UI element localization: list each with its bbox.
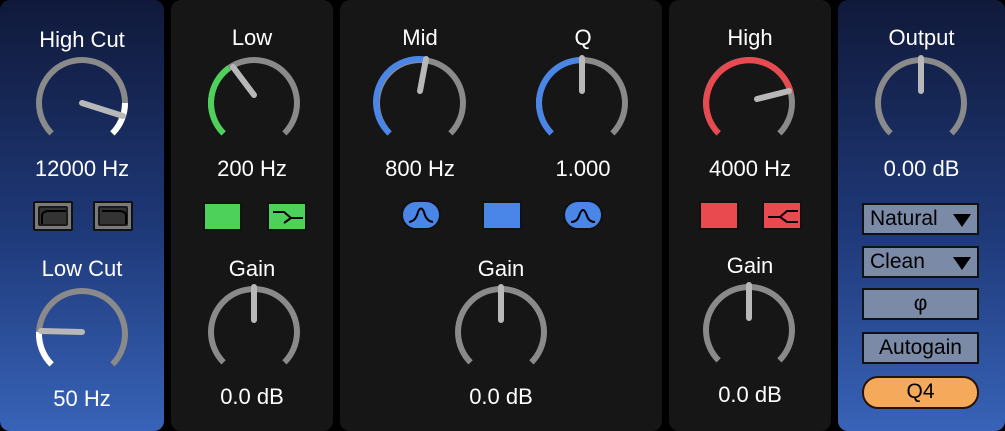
high-band-enable[interactable] xyxy=(699,201,739,230)
chevron-down-icon xyxy=(953,257,971,270)
mid-title: Mid xyxy=(402,25,438,50)
low-freq-knob[interactable] xyxy=(205,54,303,152)
low-gain-knob[interactable] xyxy=(205,283,303,381)
high-gain-knob[interactable] xyxy=(700,281,798,379)
phase-invert-button[interactable]: φ xyxy=(862,288,979,320)
highpass-filter-icon xyxy=(102,210,127,224)
output-value: 0.00 dB xyxy=(883,156,960,181)
high-freq-value: 4000 Hz xyxy=(709,156,791,181)
low-freq-value: 200 Hz xyxy=(217,156,287,181)
mid-gain-value: 0.0 dB xyxy=(469,384,533,409)
highpass-filter-button[interactable] xyxy=(93,201,133,231)
quality-dropdown[interactable]: Clean xyxy=(862,246,979,278)
q4-button[interactable]: Q4 xyxy=(862,376,979,409)
high-cut-knob[interactable] xyxy=(33,54,131,152)
high-title: High xyxy=(727,25,773,50)
low-band-enable[interactable] xyxy=(203,202,242,231)
high-gain-title: Gain xyxy=(726,253,774,278)
high-freq-knob[interactable] xyxy=(700,54,798,152)
chevron-down-icon xyxy=(953,214,971,227)
mid-band-enable[interactable] xyxy=(482,201,522,230)
high-shelf-button[interactable] xyxy=(762,201,802,230)
output-knob[interactable] xyxy=(872,54,970,152)
bell-filter-left-button[interactable] xyxy=(401,200,441,230)
high-cut-value: 12000 Hz xyxy=(34,156,130,181)
lowpass-filter-icon xyxy=(41,210,66,224)
output-title: Output xyxy=(888,25,955,50)
low-cut-title: Low Cut xyxy=(41,256,123,281)
mode-dropdown[interactable]: Natural xyxy=(862,203,979,235)
mid-gain-title: Gain xyxy=(477,256,525,281)
high-cut-title: High Cut xyxy=(39,27,125,52)
low-shelf-icon xyxy=(273,211,303,224)
bell-filter-icon xyxy=(408,207,434,223)
low-title: Low xyxy=(231,25,273,50)
bell-filter-right-button[interactable] xyxy=(563,200,603,230)
autogain-button[interactable]: Autogain xyxy=(862,332,979,364)
q-value: 1.000 xyxy=(555,156,611,181)
lowpass-filter-button[interactable] xyxy=(33,201,73,231)
high-gain-value: 0.0 dB xyxy=(718,382,782,407)
low-shelf-button[interactable] xyxy=(267,202,307,231)
mode-dropdown-value: Natural xyxy=(870,207,938,230)
low-cut-value: 50 Hz xyxy=(53,386,111,411)
mid-gain-knob[interactable] xyxy=(452,283,550,381)
q-knob[interactable] xyxy=(533,54,631,152)
low-gain-value: 0.0 dB xyxy=(220,384,284,409)
high-shelf-icon xyxy=(768,210,798,223)
low-gain-title: Gain xyxy=(228,256,276,281)
q-title: Q xyxy=(574,25,592,50)
narrow-bell-filter-icon xyxy=(570,209,596,223)
mid-freq-knob[interactable] xyxy=(371,54,469,152)
quality-dropdown-value: Clean xyxy=(870,250,925,273)
phase-icon: φ xyxy=(913,292,928,315)
mid-freq-value: 800 Hz xyxy=(385,156,455,181)
low-cut-knob[interactable] xyxy=(33,285,131,383)
